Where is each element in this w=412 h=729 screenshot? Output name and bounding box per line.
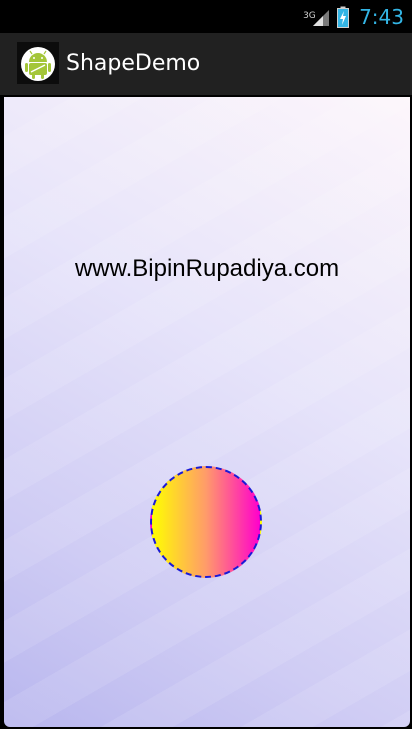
- status-bar: 3G 7:43: [0, 0, 412, 33]
- background-stripes: [4, 97, 410, 727]
- gradient-circle-shape: [150, 466, 262, 578]
- android-app-icon[interactable]: [17, 42, 59, 84]
- action-bar: ShapeDemo: [0, 33, 412, 95]
- content-area: www.BipinRupadiya.com: [4, 97, 410, 727]
- app-title: ShapeDemo: [66, 51, 201, 76]
- url-text: www.BipinRupadiya.com: [74, 255, 340, 282]
- network-type-label: 3G: [303, 10, 316, 21]
- status-icons: 3G 7:43: [303, 0, 404, 33]
- battery-charging-icon: [337, 6, 350, 28]
- signal-icon: 3G: [303, 6, 331, 28]
- status-clock: 7:43: [359, 4, 404, 29]
